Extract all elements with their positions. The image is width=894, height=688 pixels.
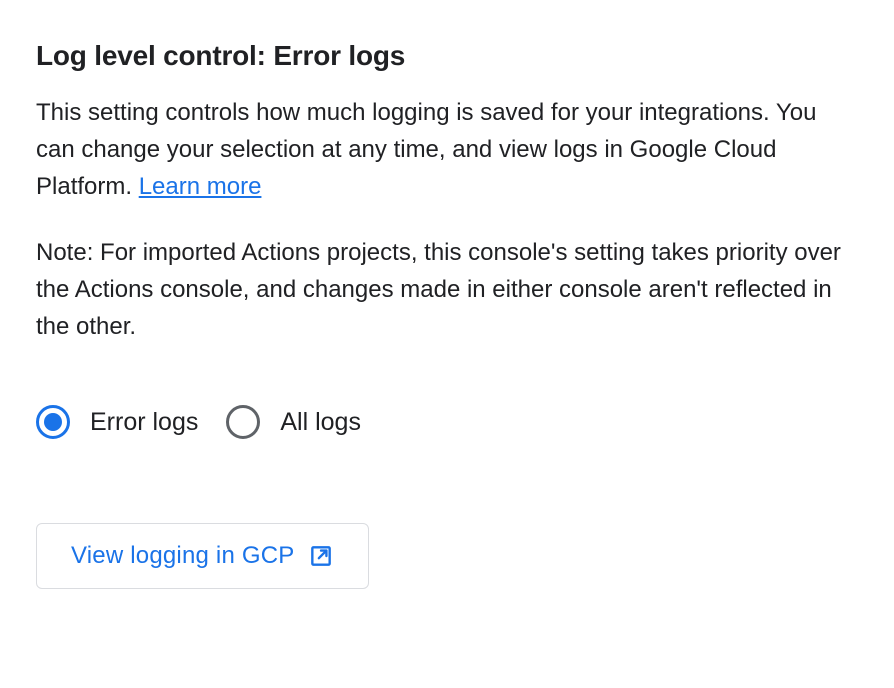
radio-option-error-logs[interactable]: Error logs [36,405,198,439]
log-level-radio-group: Error logs All logs [36,405,858,439]
open-in-new-icon [308,543,334,569]
description-text: This setting controls how much logging i… [36,94,856,206]
radio-inner-dot-icon [44,413,62,431]
radio-label-error-logs: Error logs [90,408,198,437]
radio-button-unselected-icon [226,405,260,439]
section-heading: Log level control: Error logs [36,40,858,72]
radio-button-selected-icon [36,405,70,439]
radio-option-all-logs[interactable]: All logs [226,405,361,439]
gcp-button-label: View logging in GCP [71,542,294,570]
radio-label-all-logs: All logs [280,408,361,437]
view-logging-gcp-button[interactable]: View logging in GCP [36,523,369,589]
note-text: Note: For imported Actions projects, thi… [36,234,856,346]
learn-more-link[interactable]: Learn more [139,173,262,200]
